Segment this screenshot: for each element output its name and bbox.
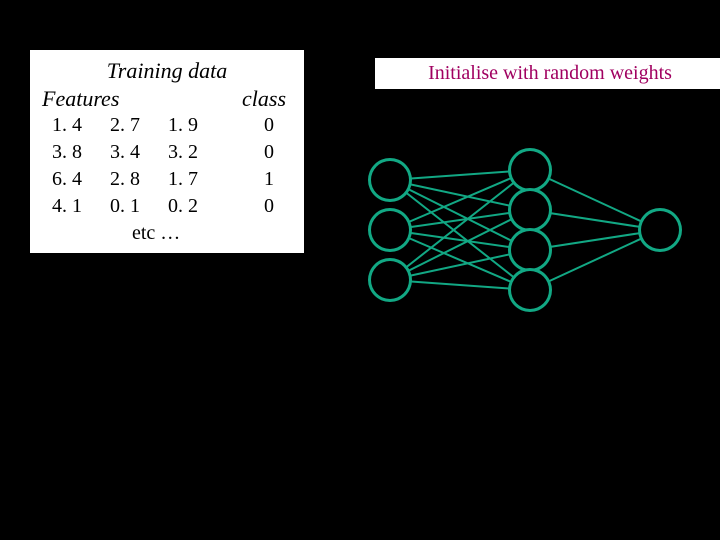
table-row: 4. 1 0. 1 0. 2 0 [42,193,292,220]
network-svg [340,130,710,330]
cell: 1. 7 [158,166,216,193]
cell-class: 1 [216,166,292,193]
data-rows: 1. 4 2. 7 1. 9 0 3. 8 3. 4 3. 2 0 6. 4 2… [42,112,292,220]
table-row: 3. 8 3. 4 3. 2 0 [42,139,292,166]
cell: 1. 4 [42,112,100,139]
hidden-node [508,188,552,232]
input-node [368,208,412,252]
cell: 0. 1 [100,193,158,220]
hidden-node [508,228,552,272]
cell: 2. 7 [100,112,158,139]
input-node [368,158,412,202]
caption-bar: Initialise with random weights [375,58,720,89]
hidden-node [508,268,552,312]
output-node [638,208,682,252]
table-row: 6. 4 2. 8 1. 7 1 [42,166,292,193]
class-header: class [192,86,292,112]
cell: 6. 4 [42,166,100,193]
cell: 2. 8 [100,166,158,193]
cell: 0. 2 [158,193,216,220]
stage: Training data Features class 1. 4 2. 7 1… [0,0,720,540]
panel-title: Training data [42,58,292,84]
cell: 1. 9 [158,112,216,139]
features-header: Features [42,86,192,112]
cell: 4. 1 [42,193,100,220]
cell: 3. 2 [158,139,216,166]
network-diagram [340,130,710,330]
etc-label: etc … [42,222,292,245]
panel-headers: Features class [42,86,292,112]
table-row: 1. 4 2. 7 1. 9 0 [42,112,292,139]
cell: 3. 8 [42,139,100,166]
cell-class: 0 [216,193,292,220]
cell-class: 0 [216,139,292,166]
cell: 3. 4 [100,139,158,166]
hidden-node [508,148,552,192]
input-node [368,258,412,302]
cell-class: 0 [216,112,292,139]
training-data-panel: Training data Features class 1. 4 2. 7 1… [30,50,304,253]
